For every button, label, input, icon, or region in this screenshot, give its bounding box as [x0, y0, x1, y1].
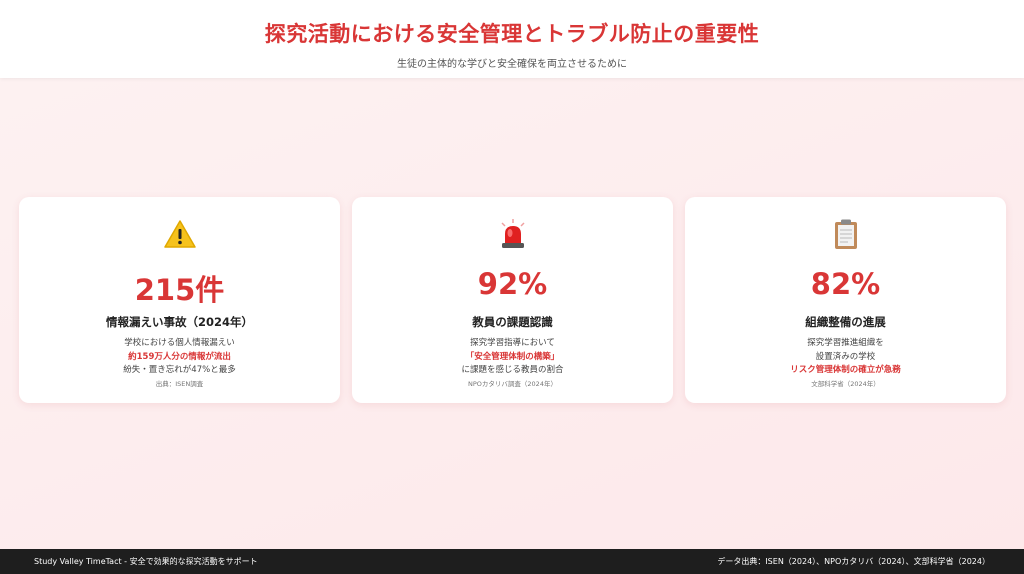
stat-desc-line: 探究学習指導において	[470, 338, 555, 348]
stat-desc-line: 学校における個人情報漏えい	[124, 338, 235, 348]
page-subtitle: 生徒の主体的な学びと安全確保を両立させるために	[397, 59, 627, 70]
stat-desc-line: 紛失・置き忘れが47%と最多	[123, 365, 236, 375]
stat-desc-line: 探究学習推進組織を	[807, 338, 884, 348]
stat-value: 215件	[134, 273, 225, 307]
stat-description: 探究学習指導において 「安全管理体制の構築」 に課題を感じる教員の割合 NPOカ…	[352, 337, 673, 391]
stat-value: 82%	[810, 267, 881, 301]
footer-sources: データ出典：ISEN（2024）、NPOカタリバ（2024）、文部科学省（202…	[717, 557, 990, 566]
footer-tagline: Study Valley TimeTact - 安全で効果的な探究活動をサポート	[34, 557, 258, 566]
stat-label: 情報漏えい事故（2024年）	[105, 315, 253, 329]
siren-icon	[352, 219, 673, 249]
stat-highlight: 「安全管理体制の構築」	[465, 351, 560, 362]
stat-source: 出典：ISEN調査	[155, 379, 204, 388]
page-footer: Study Valley TimeTact - 安全で効果的な探究活動をサポート…	[0, 549, 1024, 574]
stat-highlight: 約159万人分の情報が流出	[128, 351, 231, 362]
stat-card-organization: 82% 組織整備の進展 探究学習推進組織を 設置済みの学校 リスク管理体制の確立…	[685, 197, 1006, 403]
page-title: 探究活動における安全管理とトラブル防止の重要性	[264, 22, 760, 46]
stat-source: NPOカタリバ調査（2024年）	[468, 379, 557, 388]
stat-card-teachers: 92% 教員の課題認識 探究学習指導において 「安全管理体制の構築」 に課題を感…	[352, 197, 673, 403]
page-header: 探究活動における安全管理とトラブル防止の重要性 生徒の主体的な学びと安全確保を両…	[0, 0, 1024, 78]
stat-desc-line: に課題を感じる教員の割合	[461, 365, 564, 375]
stat-label: 教員の課題認識	[472, 315, 553, 329]
stat-source: 文部科学省（2024年）	[811, 379, 880, 388]
stat-card-incidents: 215件 情報漏えい事故（2024年） 学校における個人情報漏えい 約159万人…	[19, 197, 340, 403]
stat-label: 組織整備の進展	[805, 315, 886, 329]
stat-cards: 215件 情報漏えい事故（2024年） 学校における個人情報漏えい 約159万人…	[19, 197, 1006, 403]
stat-description: 探究学習推進組織を 設置済みの学校 リスク管理体制の確立が急務 文部科学省（20…	[685, 337, 1006, 391]
stat-value: 92%	[477, 267, 548, 301]
warning-icon	[19, 219, 340, 249]
stat-description: 学校における個人情報漏えい 約159万人分の情報が流出 紛失・置き忘れが47%と…	[19, 337, 340, 391]
stat-desc-line: 設置済みの学校	[815, 351, 876, 362]
clipboard-icon	[685, 219, 1006, 249]
stat-highlight: リスク管理体制の確立が急務	[790, 365, 901, 375]
